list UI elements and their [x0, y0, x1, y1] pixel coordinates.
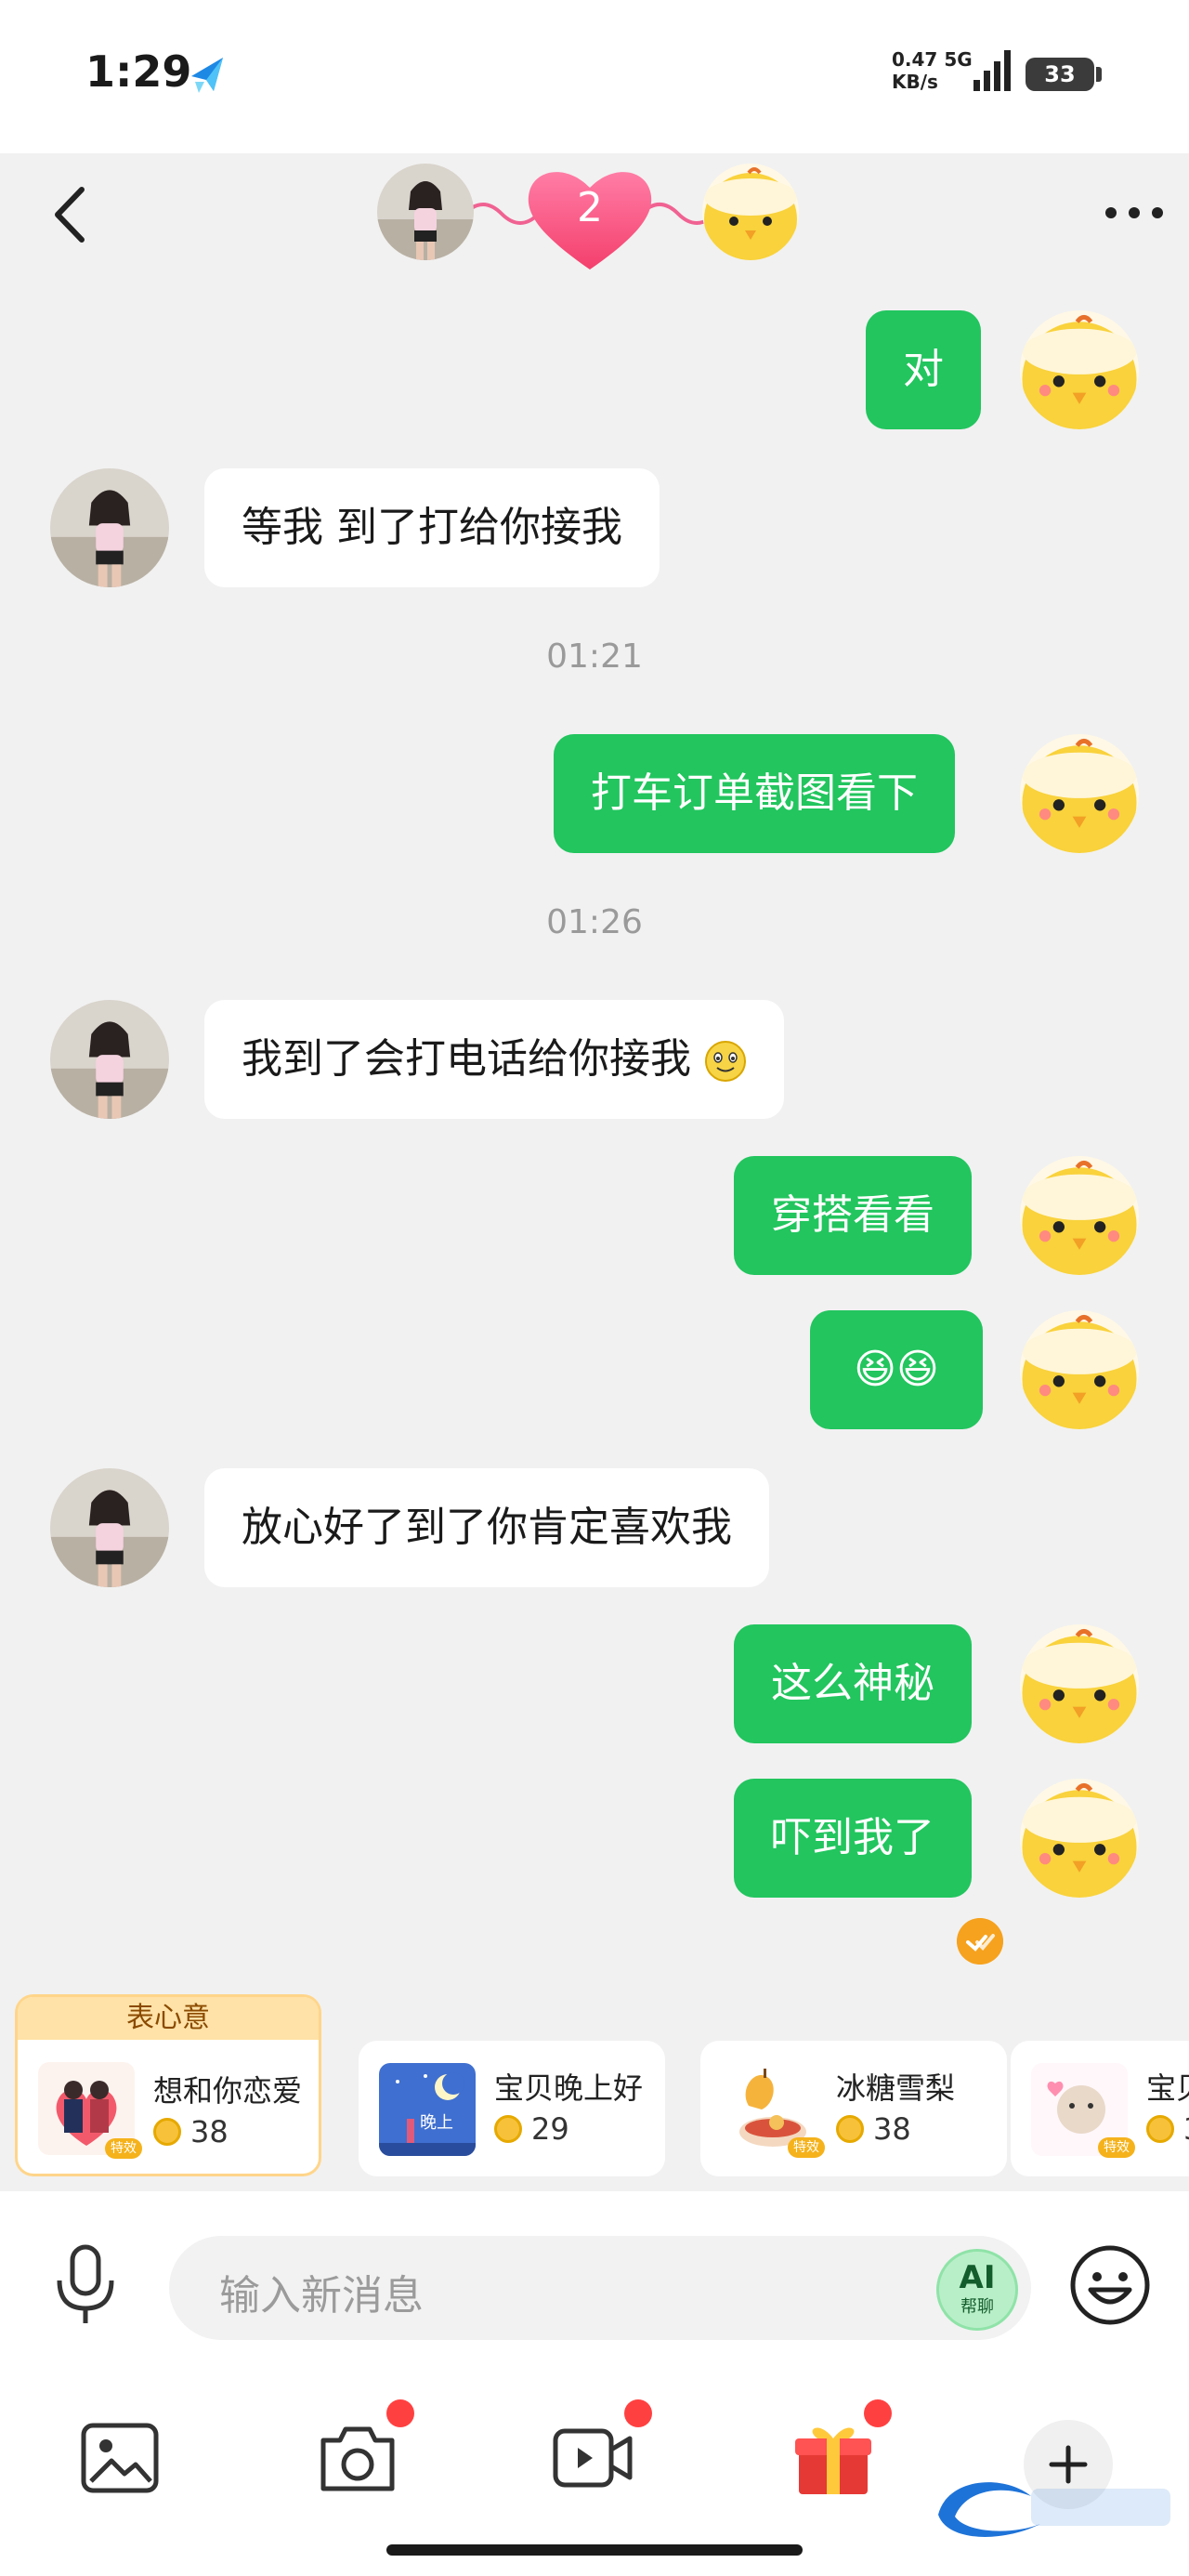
message-timestamp: 01:21 [546, 637, 643, 676]
gift-card[interactable]: 特效 冰糖雪梨 38 [700, 2041, 1007, 2176]
gift-icon[interactable] [791, 2416, 875, 2500]
emoji-icon[interactable] [1068, 2243, 1152, 2327]
gift-effect-tag: 特效 [105, 2138, 142, 2159]
chevron-left-icon[interactable] [46, 182, 93, 247]
message-bubble-self[interactable]: 打车订单截图看下 [554, 734, 955, 853]
read-receipt-icon [957, 1918, 1003, 1965]
camera-icon[interactable] [316, 2416, 399, 2500]
coin-icon [153, 2118, 181, 2146]
gift-effect-tag: 特效 [1098, 2137, 1135, 2158]
gift-name: 宝贝晚上好 [494, 2070, 644, 2106]
signal-icon [973, 50, 1011, 91]
message-bubble-self[interactable]: 😆😆 [810, 1310, 983, 1429]
app-notification-icon [191, 58, 223, 93]
avatar-self[interactable] [1020, 1624, 1139, 1743]
svg-text:晚上: 晚上 [420, 2113, 453, 2133]
intimacy-level: 2 [577, 184, 603, 231]
avatar-self[interactable] [1020, 1310, 1139, 1429]
input-bar: 输入新消息 AI 帮聊 [0, 2191, 1189, 2386]
avatar-self[interactable] [1020, 734, 1139, 853]
video-badge [624, 2399, 652, 2427]
gift-suggestion-strip[interactable]: 表心意 特效 想和你恋爱 38 晚上 宝贝晚上好 29 特效 冰糖雪梨 38 特… [0, 1994, 1189, 2184]
avatar-self[interactable] [1020, 1156, 1139, 1275]
gift-card[interactable]: 表心意 特效 想和你恋爱 38 [15, 1994, 321, 2176]
microphone-icon[interactable] [52, 2243, 119, 2327]
battery-icon: 33 [1026, 58, 1094, 91]
message-bubble-self[interactable]: 对 [866, 310, 981, 429]
gift-effect-tag: 特效 [788, 2137, 825, 2158]
gift-price: 38 [190, 2114, 229, 2149]
avatar-self[interactable] [1020, 1779, 1139, 1898]
coin-icon [836, 2115, 864, 2143]
avatar-self[interactable] [1020, 310, 1139, 429]
message-input[interactable]: 输入新消息 AI 帮聊 [169, 2236, 1031, 2340]
gift-thumbnail: 晚上 [379, 2063, 476, 2156]
header-avatar-contact[interactable] [377, 164, 474, 260]
status-time: 1:29 [85, 46, 192, 97]
message-input-placeholder: 输入新消息 [219, 2272, 424, 2320]
message-bubble-contact[interactable]: 等我 到了打给你接我 [204, 468, 660, 587]
image-icon[interactable] [78, 2416, 162, 2500]
avatar-contact[interactable] [50, 1468, 169, 1587]
avatar-contact[interactable] [50, 468, 169, 587]
ai-assist-button[interactable]: AI 帮聊 [936, 2249, 1018, 2331]
gift-price: 29 [531, 2111, 569, 2147]
message-bubble-contact[interactable]: 放心好了到了你肯定喜欢我 [204, 1468, 769, 1587]
watermark-logo [938, 2482, 1170, 2537]
gift-badge [864, 2399, 892, 2427]
gift-name: 冰糖雪梨 [836, 2070, 956, 2106]
message-bubble-self[interactable]: 穿搭看看 [734, 1156, 972, 1275]
message-bubble-self[interactable]: 吓到我了 [734, 1779, 972, 1898]
more-horizontal-icon[interactable] [1102, 199, 1167, 227]
gift-card[interactable]: 晚上 宝贝晚上好 29 [359, 2041, 665, 2176]
video-call-icon[interactable] [552, 2416, 635, 2500]
gift-name: 想和你恋爱 [153, 2073, 303, 2109]
avatar-contact[interactable] [50, 1000, 169, 1119]
header-avatar-self[interactable] [702, 164, 799, 260]
message-bubble-contact[interactable]: 我到了会打电话给你接我 [204, 1000, 784, 1119]
home-indicator[interactable] [386, 2544, 803, 2556]
gift-card[interactable]: 特效 宝贝 3 [1011, 2041, 1189, 2176]
gift-price: 38 [873, 2111, 911, 2147]
battery-tip [1096, 67, 1102, 82]
gift-price: 3 [1183, 2111, 1189, 2147]
coin-icon [494, 2115, 522, 2143]
smile-emoji-icon [705, 1041, 746, 1082]
laughing-emoji: 😆😆 [854, 1346, 939, 1393]
network-speed: 0.47 5G KB/s [892, 48, 973, 93]
message-timestamp: 01:26 [546, 903, 643, 941]
gift-featured-title: 表心意 [18, 1997, 319, 2040]
camera-badge [386, 2399, 414, 2427]
status-bar: 1:29 0.47 5G KB/s 33 [0, 0, 1189, 153]
gift-name: 宝贝 [1146, 2070, 1189, 2106]
coin-icon [1146, 2115, 1174, 2143]
message-bubble-self[interactable]: 这么神秘 [734, 1624, 972, 1743]
